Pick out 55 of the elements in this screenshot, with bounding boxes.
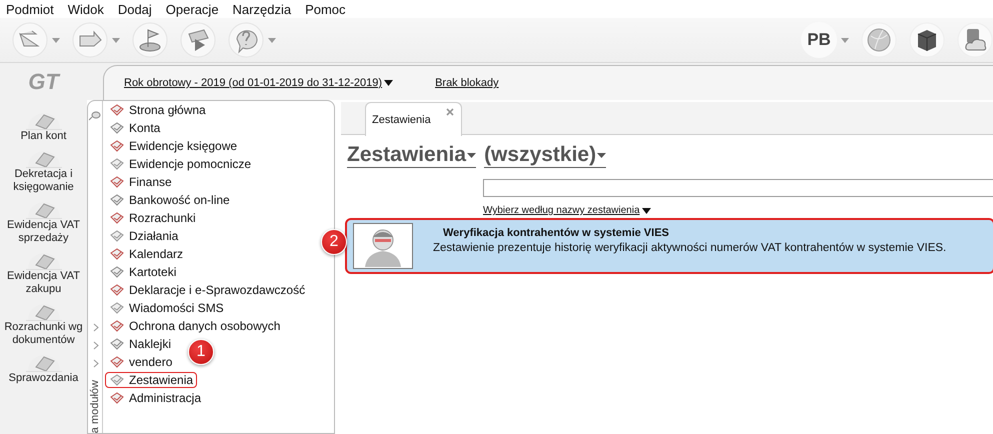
module-item[interactable]: Działania [105,228,182,244]
person-icon [353,223,413,269]
menu-item[interactable]: Podmiot [6,2,54,16]
help-icon[interactable] [228,22,264,58]
filter-dropdown[interactable]: (wszystkie) [484,143,606,168]
fiscal-year-dropdown[interactable]: Rok obrotowy - 2019 (od 01-01-2019 do 31-12-2019) [124,77,394,89]
category-dropdown[interactable]: Zestawienia [347,143,476,168]
user-button[interactable]: PB [801,22,837,58]
module-item[interactable]: Wiadomości SMS [105,300,228,316]
close-icon[interactable] [446,108,454,116]
module-item[interactable]: Konta [105,120,164,136]
lock-status-link[interactable]: Brak blokady [435,77,499,89]
report-title: Weryfikacja kontrahentów w systemie VIES [443,227,670,239]
globe-icon[interactable] [861,22,897,58]
shortcut-button[interactable]: Plan kont [0,107,87,143]
report-item[interactable]: Weryfikacja kontrahentów w systemie VIES Zestawienie prezentuje historię weryfikacji aktywności numerów VAT kontrahentów w systemie VIES. [347,220,993,272]
module-item[interactable]: Strona główna [105,102,210,118]
module-item[interactable]: Bankowość on-line [105,192,234,208]
module-item[interactable]: Naklejki [105,336,176,352]
menu-item[interactable]: Pomoc [305,2,346,16]
report-description: Zestawienie prezentuje historię weryfikacji aktywności numerów VAT kontrahentów w systemie VIES. [433,242,946,254]
shortcut-button[interactable]: Dekretacja i księgowanie [0,145,87,194]
module-item[interactable]: Ewidencje księgowe [105,138,242,154]
module-item[interactable]: Ochrona danych osobowych [105,318,284,334]
search-field[interactable] [483,179,993,197]
play-icon[interactable] [180,22,216,58]
module-item[interactable]: Kartoteki [105,264,180,280]
menu-item[interactable]: Operacje [166,2,219,16]
shortcut-button[interactable]: Rozrachunki wg dokumentów [0,298,87,347]
callout-badge: 1 [188,339,214,365]
module-item[interactable]: Ewidencje pomocnicze [105,156,256,172]
module-item[interactable]: vendero [105,354,176,370]
caret-icon[interactable] [384,80,394,86]
cloud-icon[interactable] [957,22,993,58]
module-item[interactable]: Zestawienia [105,372,198,388]
module-item[interactable]: Kalendarz [105,246,188,262]
shortcut-button[interactable]: Ewidencja VAT zakupu [0,247,87,296]
shortcut-button[interactable]: Sprawozdania [0,349,87,385]
logo: GT [28,69,59,95]
module-item[interactable]: Finanse [105,174,176,190]
caret-icon[interactable] [597,152,606,158]
menu-item[interactable]: Dodaj [118,2,152,16]
caret-icon[interactable] [642,208,651,214]
sort-dropdown[interactable]: Wybierz według nazwy zestawienia [483,205,651,216]
module-item[interactable]: Deklaracje i e-Sprawozdawczość [105,282,310,298]
module-item[interactable]: Administracja [105,390,206,406]
cube-icon[interactable] [909,22,945,58]
caret-icon[interactable] [467,152,476,158]
tab[interactable]: Zestawienia [365,102,462,136]
menu-item[interactable]: Narzędzia [232,2,292,16]
shortcut-button[interactable]: Ewidencja VAT sprzedaży [0,196,87,245]
flag-icon[interactable] [132,22,168,58]
module-item[interactable]: Rozrachunki [105,210,200,226]
panel-caption: a modułów [89,380,101,433]
menu-item[interactable]: Widok [68,2,104,16]
